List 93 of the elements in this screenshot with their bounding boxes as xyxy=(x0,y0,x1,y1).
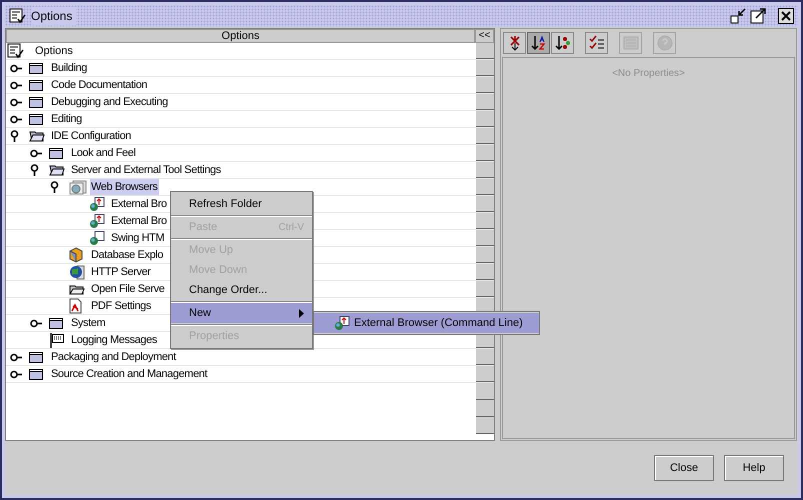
sort-type-icon xyxy=(554,34,570,50)
value-cell xyxy=(476,400,494,417)
globe-window-icon xyxy=(89,230,105,246)
tree-item[interactable]: Options xyxy=(35,42,73,60)
collapsed-handle-icon[interactable] xyxy=(10,80,22,90)
folder-icon xyxy=(49,147,63,159)
collapsed-handle-icon[interactable] xyxy=(10,64,22,72)
maximize-icon[interactable] xyxy=(750,8,766,24)
tree-item[interactable]: Packaging and Deployment xyxy=(50,348,177,366)
help-icon xyxy=(656,34,672,50)
sort-alphabet-icon xyxy=(530,34,546,50)
options-icon xyxy=(9,8,27,24)
collapsed-handle-icon[interactable] xyxy=(30,318,42,328)
folder-icon xyxy=(29,351,43,363)
checklist-icon xyxy=(588,34,604,50)
tree-item[interactable]: Source Creation and Management xyxy=(50,366,208,382)
collapsed-handle-icon[interactable] xyxy=(10,352,22,362)
tree-item[interactable]: HTTP Server xyxy=(90,264,152,280)
tree-item[interactable]: Logging Messages xyxy=(70,332,158,348)
value-cell xyxy=(476,111,494,127)
tree-item[interactable]: Swing HTM xyxy=(110,230,166,246)
unsorted-icon xyxy=(508,34,522,50)
tree-item[interactable]: Look and Feel xyxy=(70,144,137,162)
globe-window-icon xyxy=(89,196,105,212)
value-cell xyxy=(476,128,494,144)
value-cell xyxy=(476,383,494,400)
collapsed-handle-icon[interactable] xyxy=(10,98,22,106)
folder-icon xyxy=(29,62,43,74)
tree-item[interactable]: External Bro xyxy=(110,212,168,230)
folder-icon xyxy=(29,79,43,91)
value-cell xyxy=(476,417,494,434)
value-cell xyxy=(476,196,494,212)
globe-window-icon xyxy=(89,214,105,228)
open-folder-icon xyxy=(69,284,85,294)
window-title: Options xyxy=(31,7,76,25)
value-cell xyxy=(476,60,494,76)
tree-item[interactable]: Web Browsers xyxy=(90,178,159,196)
value-cell xyxy=(476,230,494,246)
globe-window-icon xyxy=(334,316,350,330)
menu-item[interactable]: External Browser (Command Line) xyxy=(314,313,539,333)
toolbar-button[interactable] xyxy=(551,32,574,54)
sheet-icon xyxy=(622,36,638,50)
flag-icon xyxy=(49,332,65,348)
expanded-handle-icon[interactable] xyxy=(30,164,39,176)
tree-item[interactable]: Debugging and Executing xyxy=(50,94,169,110)
value-cell xyxy=(476,264,494,280)
empty-properties-text: <No Properties> xyxy=(612,67,685,81)
collapsed-handle-icon[interactable] xyxy=(10,370,22,378)
tree-item[interactable]: Building xyxy=(50,60,88,76)
value-cell xyxy=(476,94,494,110)
value-cell xyxy=(476,213,494,229)
tree-item[interactable]: System xyxy=(70,314,106,332)
tree-item[interactable]: Open File Serve xyxy=(90,280,166,298)
toolbar-button[interactable] xyxy=(585,32,608,54)
value-cell xyxy=(476,77,494,93)
tree-item[interactable]: Editing xyxy=(50,110,83,128)
collapse-button[interactable]: << xyxy=(475,29,494,43)
menu-item[interactable]: Refresh Folder xyxy=(171,194,312,214)
folder-icon xyxy=(29,113,43,125)
value-cell xyxy=(476,349,494,365)
tree-item[interactable]: Code Documentation xyxy=(50,76,148,94)
menu-item[interactable]: Change Order... xyxy=(171,280,312,300)
folder-icon xyxy=(29,368,43,380)
cube-icon xyxy=(69,247,83,263)
value-cell xyxy=(476,145,494,161)
folder-icon xyxy=(29,96,43,108)
value-cell xyxy=(476,366,494,382)
expanded-handle-icon[interactable] xyxy=(50,181,59,193)
minimize-icon[interactable] xyxy=(730,8,746,24)
collapsed-handle-icon[interactable] xyxy=(10,114,22,124)
tree-item[interactable]: Server and External Tool Settings xyxy=(70,162,222,178)
folder-icon xyxy=(49,317,63,329)
tree-item[interactable]: External Bro xyxy=(110,196,168,212)
toolbar-button[interactable] xyxy=(503,32,526,54)
collapsed-handle-icon[interactable] xyxy=(30,148,42,158)
value-cell xyxy=(476,281,494,297)
value-cell xyxy=(476,43,494,59)
close-icon[interactable] xyxy=(778,8,794,24)
dialog-button[interactable]: Help xyxy=(724,455,784,481)
expanded-handle-icon[interactable] xyxy=(10,130,19,142)
open-folder-icon xyxy=(49,164,65,176)
dialog-button[interactable]: Close xyxy=(654,455,714,481)
value-cell xyxy=(476,247,494,263)
tree-item[interactable]: IDE Configuration xyxy=(50,128,132,144)
open-folder-icon xyxy=(29,130,45,142)
column-header: Options xyxy=(6,29,475,43)
tree-item[interactable]: Database Explo xyxy=(90,246,164,264)
menu-item[interactable]: New xyxy=(171,303,312,323)
value-cell xyxy=(476,162,494,178)
toolbar-button[interactable] xyxy=(527,32,550,54)
tree-item[interactable]: PDF Settings xyxy=(90,298,152,314)
value-cell xyxy=(476,179,494,195)
document-icon xyxy=(69,298,82,314)
